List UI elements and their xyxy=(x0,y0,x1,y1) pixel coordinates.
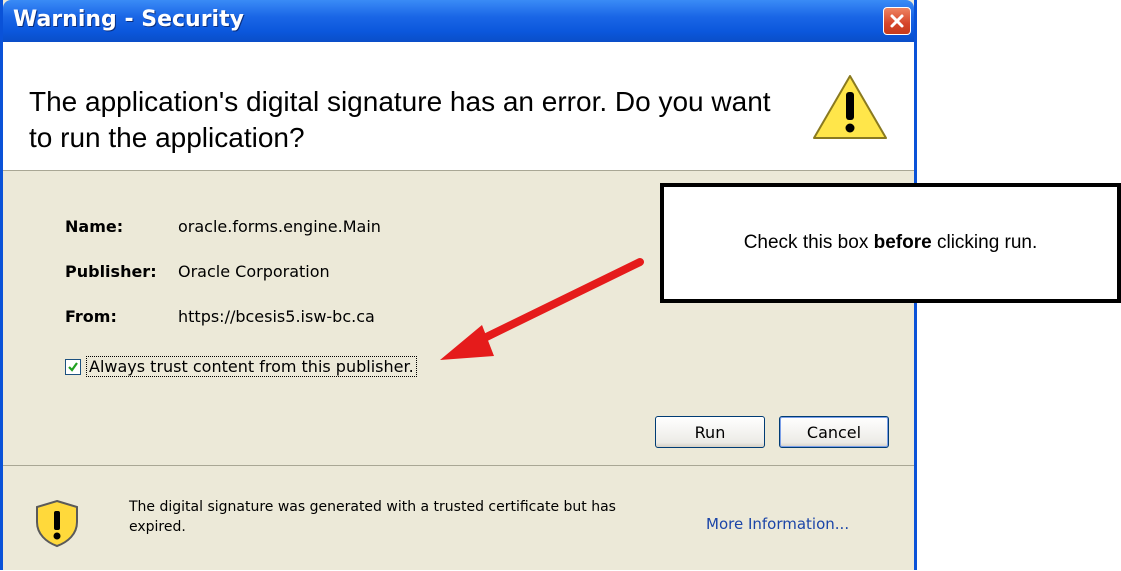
red-arrow-annotation xyxy=(440,258,644,360)
